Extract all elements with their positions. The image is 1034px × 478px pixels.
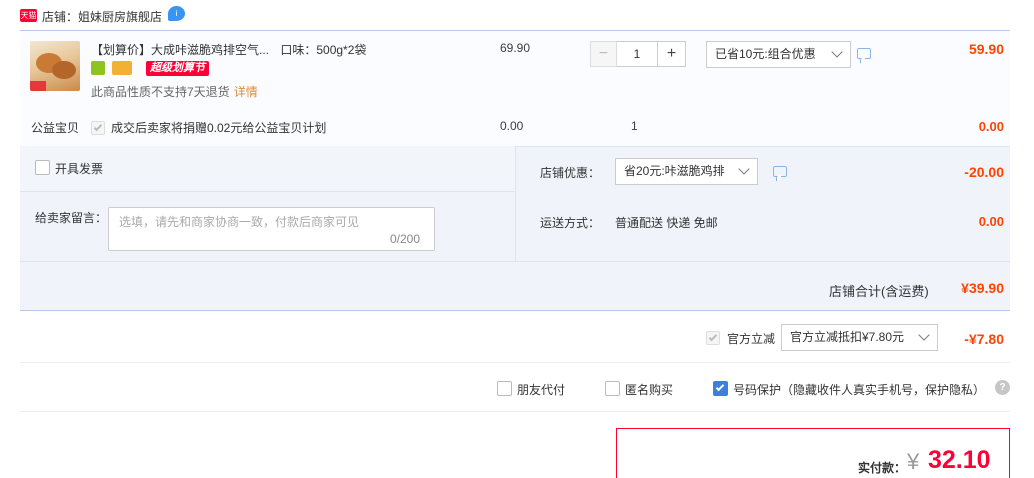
divider [20,362,1010,363]
store-discount-value: 省20元:咔滋脆鸡排 [624,164,725,178]
quantity-increase-button[interactable]: + [657,41,686,67]
pay-amount: 32.10 [928,446,991,474]
product-flavor: 口味：500g*2袋 [280,43,367,57]
item-promotion-select[interactable]: 已省10元:组合优惠 [706,41,851,68]
charity-price: 0.00 [500,119,524,133]
store-discount-amount: -20.00 [964,164,1004,180]
return-note-text: 此商品性质不支持7天退货 [91,85,230,99]
product-title[interactable]: 【划算价】大成咔滋脆鸡排空气... 口味：500g*2袋 [91,41,366,58]
charity-text: 成交后卖家将捐赠0.02元给公益宝贝计划 [111,121,327,135]
credit-card-icon[interactable] [112,61,132,75]
product-thumbnail[interactable] [30,41,80,91]
shipping-label: 运送方式： [540,216,601,230]
tmall-badge-icon: 天猫 [20,9,37,22]
shipping-fee: 0.00 [978,214,1004,229]
charity-label: 公益宝贝 [31,121,80,135]
divider [20,411,1010,412]
official-discount-amount: -¥7.80 [964,331,1004,347]
return-detail-link[interactable]: 详情 [234,85,258,99]
friend-pay-label[interactable]: 朋友代付 [517,381,565,398]
store-prefix: 店铺： [42,10,79,24]
remark-label: 给卖家留言： [35,211,108,225]
divider [20,191,515,192]
currency-symbol: ¥ [907,449,920,474]
quantity-input[interactable]: 1 [617,41,657,67]
chevron-down-icon [918,329,930,341]
store-header[interactable]: 店铺：姐妹厨房旗舰店 [42,8,162,25]
chevron-down-icon [831,46,843,58]
shipping-method: 普通配送 快递 免邮 [615,216,718,230]
anonymous-checkbox[interactable] [605,381,620,396]
official-discount-label: 官方立减 [727,332,776,346]
store-discount-label: 店铺优惠： [540,166,601,180]
official-discount-value: 官方立减抵扣¥7.80元 [790,330,905,344]
service-guarantee-icon[interactable] [91,61,105,75]
unit-price: 69.90 [500,41,531,55]
official-discount-select[interactable]: 官方立减抵扣¥7.80元 [781,324,938,351]
char-counter: 0/200 [390,232,421,246]
charity-checkbox [91,121,105,135]
pay-label: 实付款： [858,461,907,475]
store-total-label: 店铺合计(含运费) [829,284,929,299]
number-protect-label[interactable]: 号码保护（隐藏收件人真实手机号，保护隐私） [733,381,985,398]
item-subtotal: 59.90 [968,41,1004,57]
invoice-label[interactable]: 开具发票 [55,160,103,177]
number-protect-checkbox[interactable] [713,381,728,396]
message-icon[interactable] [857,48,871,59]
friend-pay-checkbox[interactable] [497,381,512,396]
promo-tag: 超级划算节 [146,61,209,76]
store-total-value: ¥39.90 [961,280,1004,296]
charity-quantity: 1 [631,119,638,133]
chat-icon[interactable]: i [168,6,185,21]
store-discount-select[interactable]: 省20元:咔滋脆鸡排 [615,158,758,185]
seller-message-placeholder: 选填，请先和商家协商一致，付款后商家可见 [119,215,360,229]
store-name-link[interactable]: 姐妹厨房旗舰店 [78,10,162,24]
product-title-text[interactable]: 【划算价】大成咔滋脆鸡排空气... [91,43,269,57]
divider [20,261,1010,262]
divider [515,146,516,261]
quantity-decrease-button[interactable]: − [590,41,617,67]
return-policy-note: 此商品性质不支持7天退货 详情 [91,83,258,100]
message-icon[interactable] [773,166,787,177]
anonymous-label[interactable]: 匿名购买 [625,381,673,398]
help-icon[interactable]: ? [995,380,1010,395]
invoice-checkbox[interactable] [35,160,50,175]
charity-total: 0.00 [978,119,1004,134]
item-promotion-value: 已省10元:组合优惠 [715,47,816,61]
chevron-down-icon [738,163,750,175]
official-discount-checkbox [706,331,720,345]
